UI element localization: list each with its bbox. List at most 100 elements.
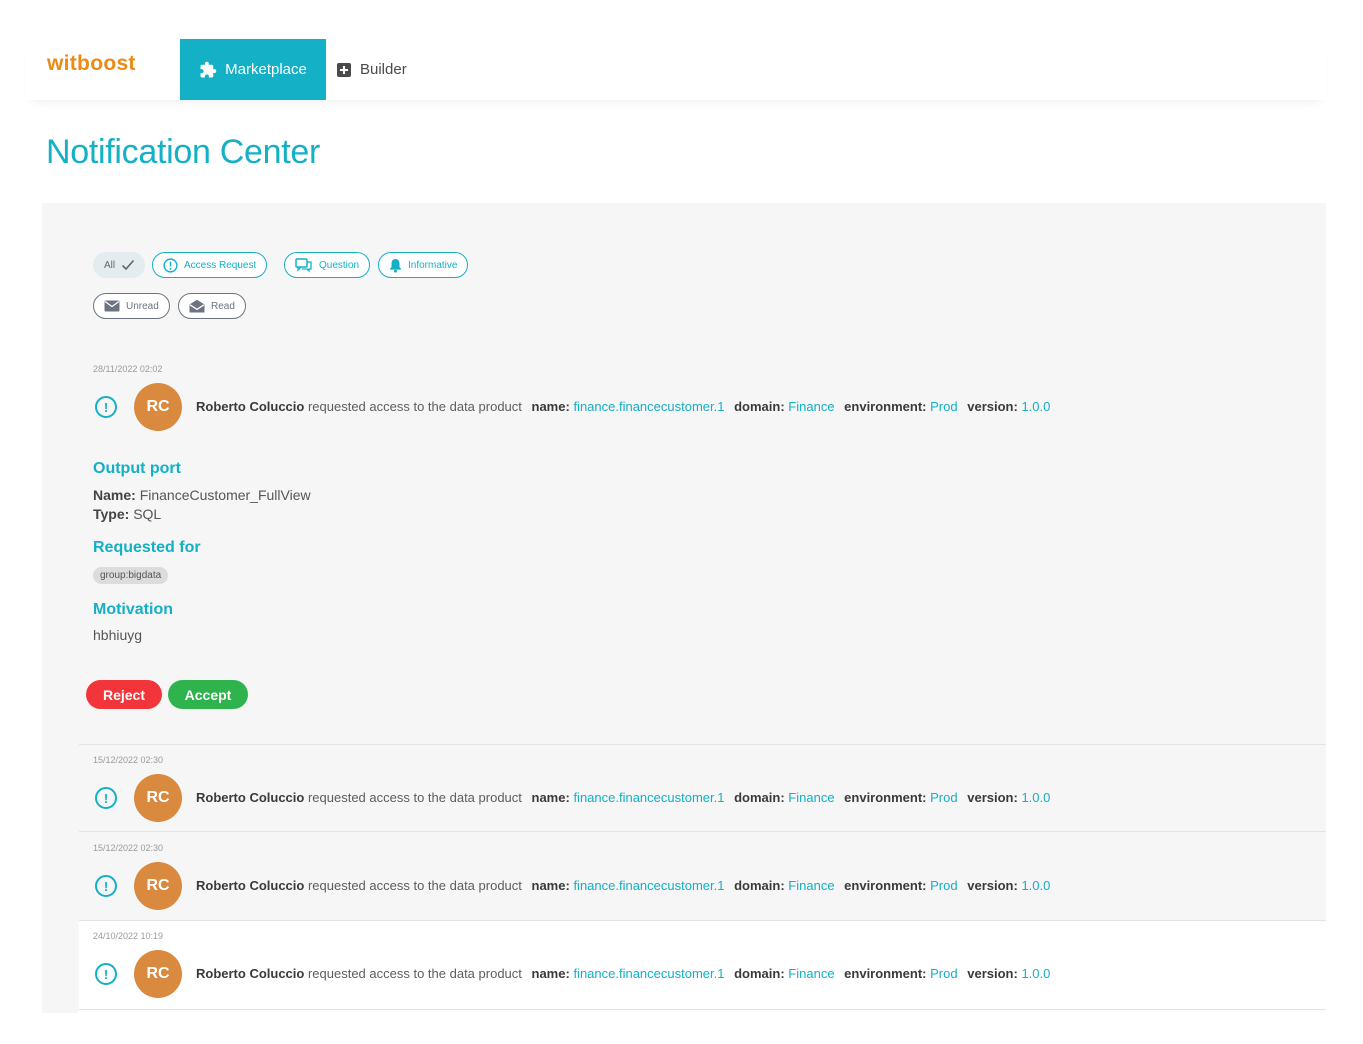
- motivation-text: hbhiuyg: [93, 627, 143, 643]
- notification-message[interactable]: Roberto Coluccio requested access to the…: [196, 966, 1050, 981]
- notification-message[interactable]: Roberto Coluccio requested access to the…: [196, 790, 1050, 805]
- requested-for-tag: group:bigdata: [93, 567, 169, 584]
- product-name-link[interactable]: finance.financecustomer.1: [573, 790, 724, 805]
- version-value: 1.0.0: [1021, 878, 1051, 893]
- filter-read-label: Read: [211, 300, 235, 312]
- notification-date: 24/10/2022 10:19: [93, 931, 164, 941]
- output-port-name-value: FinanceCustomer_FullView: [139, 487, 311, 503]
- filter-chip-unread[interactable]: Unread: [93, 293, 170, 319]
- divider: [79, 744, 1326, 745]
- plus-square-icon: [336, 62, 352, 78]
- filter-informative-label: Informative: [408, 259, 458, 271]
- version-label: version:: [967, 966, 1018, 981]
- product-name-link[interactable]: finance.financecustomer.1: [573, 878, 724, 893]
- requester-name: Roberto Coluccio: [196, 966, 305, 981]
- filter-chip-access-request[interactable]: Access Request: [152, 252, 268, 278]
- message-text: requested access to the data product: [307, 966, 522, 981]
- exclamation-circle-icon: [163, 257, 178, 273]
- envelope-icon: [104, 300, 120, 312]
- notification-message[interactable]: Roberto Coluccio requested access to the…: [196, 878, 1050, 893]
- environment-value: Prod: [930, 878, 958, 893]
- environment-value: Prod: [930, 399, 958, 414]
- puzzle-icon: [199, 61, 217, 79]
- name-label: name:: [531, 878, 570, 893]
- domain-label: domain:: [734, 966, 785, 981]
- divider: [79, 1009, 1326, 1010]
- requested-for-heading: Requested for: [93, 539, 201, 556]
- motivation-heading: Motivation: [93, 601, 173, 618]
- avatar: RC: [134, 774, 182, 822]
- environment-label: environment:: [844, 878, 927, 893]
- message-text: requested access to the data product: [307, 399, 522, 414]
- check-icon: [121, 259, 135, 271]
- name-label: name:: [531, 966, 570, 981]
- notification-date: 28/11/2022 02:02: [93, 364, 163, 374]
- top-navigation-bar: witboost Marketplace Builder: [26, 39, 1326, 100]
- output-port-type-value: SQL: [133, 506, 162, 522]
- product-name-link[interactable]: finance.financecustomer.1: [573, 966, 724, 981]
- version-value: 1.0.0: [1021, 790, 1051, 805]
- requester-name: Roberto Coluccio: [196, 399, 305, 414]
- filter-access-request-label: Access Request: [184, 259, 257, 271]
- domain-label: domain:: [734, 790, 785, 805]
- domain-label: domain:: [734, 878, 785, 893]
- bell-icon: [389, 258, 402, 273]
- reject-button[interactable]: Reject: [86, 680, 162, 709]
- name-label: name:: [531, 790, 570, 805]
- domain-label: domain:: [734, 399, 785, 414]
- tab-builder-label: Builder: [360, 61, 407, 78]
- filter-chip-all[interactable]: All: [93, 252, 145, 278]
- avatar: RC: [134, 383, 182, 431]
- filter-all-label: All: [104, 259, 116, 271]
- access-request-icon: !: [95, 396, 117, 418]
- version-value: 1.0.0: [1021, 399, 1051, 414]
- message-text: requested access to the data product: [307, 790, 522, 805]
- name-field-label: Name:: [93, 487, 136, 503]
- domain-link[interactable]: Finance: [788, 790, 834, 805]
- notifications-panel: All Access Request Question Informative …: [42, 203, 1326, 1014]
- product-name-link[interactable]: finance.financecustomer.1: [573, 399, 724, 414]
- filter-question-label: Question: [319, 259, 360, 271]
- filter-chip-question[interactable]: Question: [284, 252, 371, 278]
- accept-button[interactable]: Accept: [168, 680, 248, 709]
- requester-name: Roberto Coluccio: [196, 878, 305, 893]
- name-label: name:: [531, 399, 570, 414]
- witboost-logo[interactable]: witboost: [47, 52, 136, 76]
- filter-chip-read[interactable]: Read: [178, 293, 246, 319]
- envelope-open-icon: [189, 299, 205, 313]
- tab-builder[interactable]: Builder: [336, 39, 407, 100]
- divider: [79, 831, 1326, 832]
- notification-message[interactable]: Roberto Coluccio requested access to the…: [196, 399, 1050, 414]
- environment-label: environment:: [844, 790, 927, 805]
- output-port-heading: Output port: [93, 460, 181, 477]
- environment-value: Prod: [930, 790, 958, 805]
- requester-name: Roberto Coluccio: [196, 790, 305, 805]
- avatar: RC: [134, 862, 182, 910]
- tab-marketplace-label: Marketplace: [225, 61, 307, 78]
- notification-date: 15/12/2022 02:30: [93, 843, 164, 853]
- message-text: requested access to the data product: [307, 878, 522, 893]
- environment-label: environment:: [844, 966, 927, 981]
- environment-value: Prod: [930, 966, 958, 981]
- domain-link[interactable]: Finance: [788, 966, 834, 981]
- version-label: version:: [967, 878, 1018, 893]
- version-label: version:: [967, 790, 1018, 805]
- access-request-icon: !: [95, 963, 117, 985]
- tab-marketplace[interactable]: Marketplace: [180, 39, 326, 100]
- domain-link[interactable]: Finance: [788, 878, 834, 893]
- version-label: version:: [967, 399, 1018, 414]
- avatar: RC: [134, 950, 182, 998]
- output-port-type: Type: SQL: [93, 506, 161, 522]
- chat-bubbles-icon: [295, 257, 313, 273]
- notification-date: 15/12/2022 02:30: [93, 755, 164, 765]
- access-request-icon: !: [95, 875, 117, 897]
- version-value: 1.0.0: [1021, 966, 1051, 981]
- environment-label: environment:: [844, 399, 927, 414]
- page-title: Notification Center: [46, 133, 320, 171]
- access-request-icon: !: [95, 787, 117, 809]
- domain-link[interactable]: Finance: [788, 399, 834, 414]
- output-port-name: Name: FinanceCustomer_FullView: [93, 487, 311, 503]
- filter-chip-informative[interactable]: Informative: [378, 252, 469, 278]
- filter-unread-label: Unread: [126, 300, 159, 312]
- type-field-label: Type:: [93, 506, 130, 522]
